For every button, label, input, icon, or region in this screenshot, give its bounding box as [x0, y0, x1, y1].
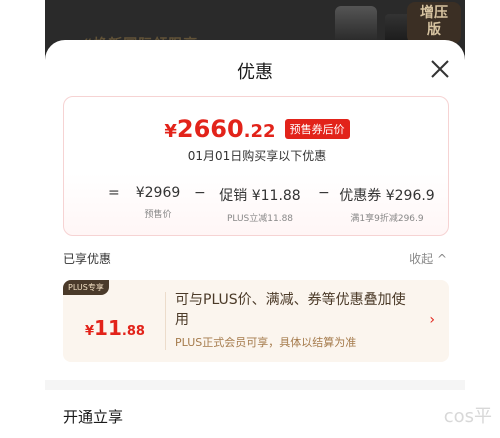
plus-offer-card[interactable]: PLUS专享 ¥11.88 可与PLUS价、满减、券等优惠叠加使用 PLUS正式… — [63, 280, 449, 362]
enjoyed-section-label: 已享优惠 — [63, 252, 112, 266]
plus-note: PLUS正式会员可享，具体以结算为准 — [175, 336, 357, 349]
final-price-decimal: .22 — [243, 121, 276, 142]
close-icon — [431, 60, 449, 78]
plus-amount: ¥11.88 — [85, 316, 145, 340]
plus-description: 可与PLUS价、满减、券等优惠叠加使用 — [175, 292, 406, 328]
formula-label: PLUS立减11.88 — [226, 214, 294, 224]
price-summary-card: ¥2660.22 预售券后价 01月01日购买享以下优惠 = ¥2969 预售价… — [63, 96, 449, 236]
final-price-currency: ¥ — [164, 121, 177, 142]
final-price: ¥2660.22 — [164, 115, 275, 143]
section-divider — [45, 380, 465, 390]
watermark: cos平 — [443, 406, 492, 427]
chevron-right-icon[interactable]: › — [429, 312, 435, 328]
formula-value: 促销 ¥11.88 — [219, 188, 301, 204]
plus-divider — [165, 292, 166, 350]
formula-item-coupon: 优惠券 ¥296.9 满1享9折减296.9 — [332, 185, 442, 224]
formula-value: ¥2969 — [135, 185, 181, 201]
formula-minus-1: − — [194, 185, 206, 201]
purchase-date-line: 01月01日购买享以下优惠 — [187, 149, 327, 163]
formula-minus-2: − — [318, 185, 330, 201]
formula-item-presale: ¥2969 预售价 — [128, 185, 188, 220]
formula-equals: = — [108, 185, 120, 201]
formula-label: 预售价 — [144, 210, 172, 220]
collapse-button[interactable]: 收起 ^ — [409, 250, 447, 267]
final-price-integer: 2660 — [176, 115, 244, 143]
plus-badge: PLUS专享 — [63, 280, 109, 295]
banner-seal: 增压版 — [407, 2, 461, 44]
plus-amount-currency: ¥ — [85, 324, 95, 339]
sheet-title: 优惠 — [237, 62, 273, 83]
open-section-title: 开通立享 — [63, 408, 124, 426]
plus-amount-integer: 11 — [94, 316, 122, 340]
final-price-row: ¥2660.22 预售券后价 — [64, 115, 450, 143]
formula-value: 优惠券 ¥296.9 — [339, 188, 435, 204]
plus-amount-decimal: .88 — [121, 324, 145, 339]
formula-label: 满1享9折减296.9 — [350, 214, 424, 224]
discount-sheet: 优惠 ¥2660.22 预售券后价 01月01日购买享以下优惠 = ¥2969 … — [45, 40, 465, 438]
close-button[interactable] — [427, 56, 453, 82]
final-price-tag: 预售券后价 — [284, 119, 350, 139]
formula-item-promo: 促销 ¥11.88 PLUS立减11.88 — [210, 185, 310, 224]
